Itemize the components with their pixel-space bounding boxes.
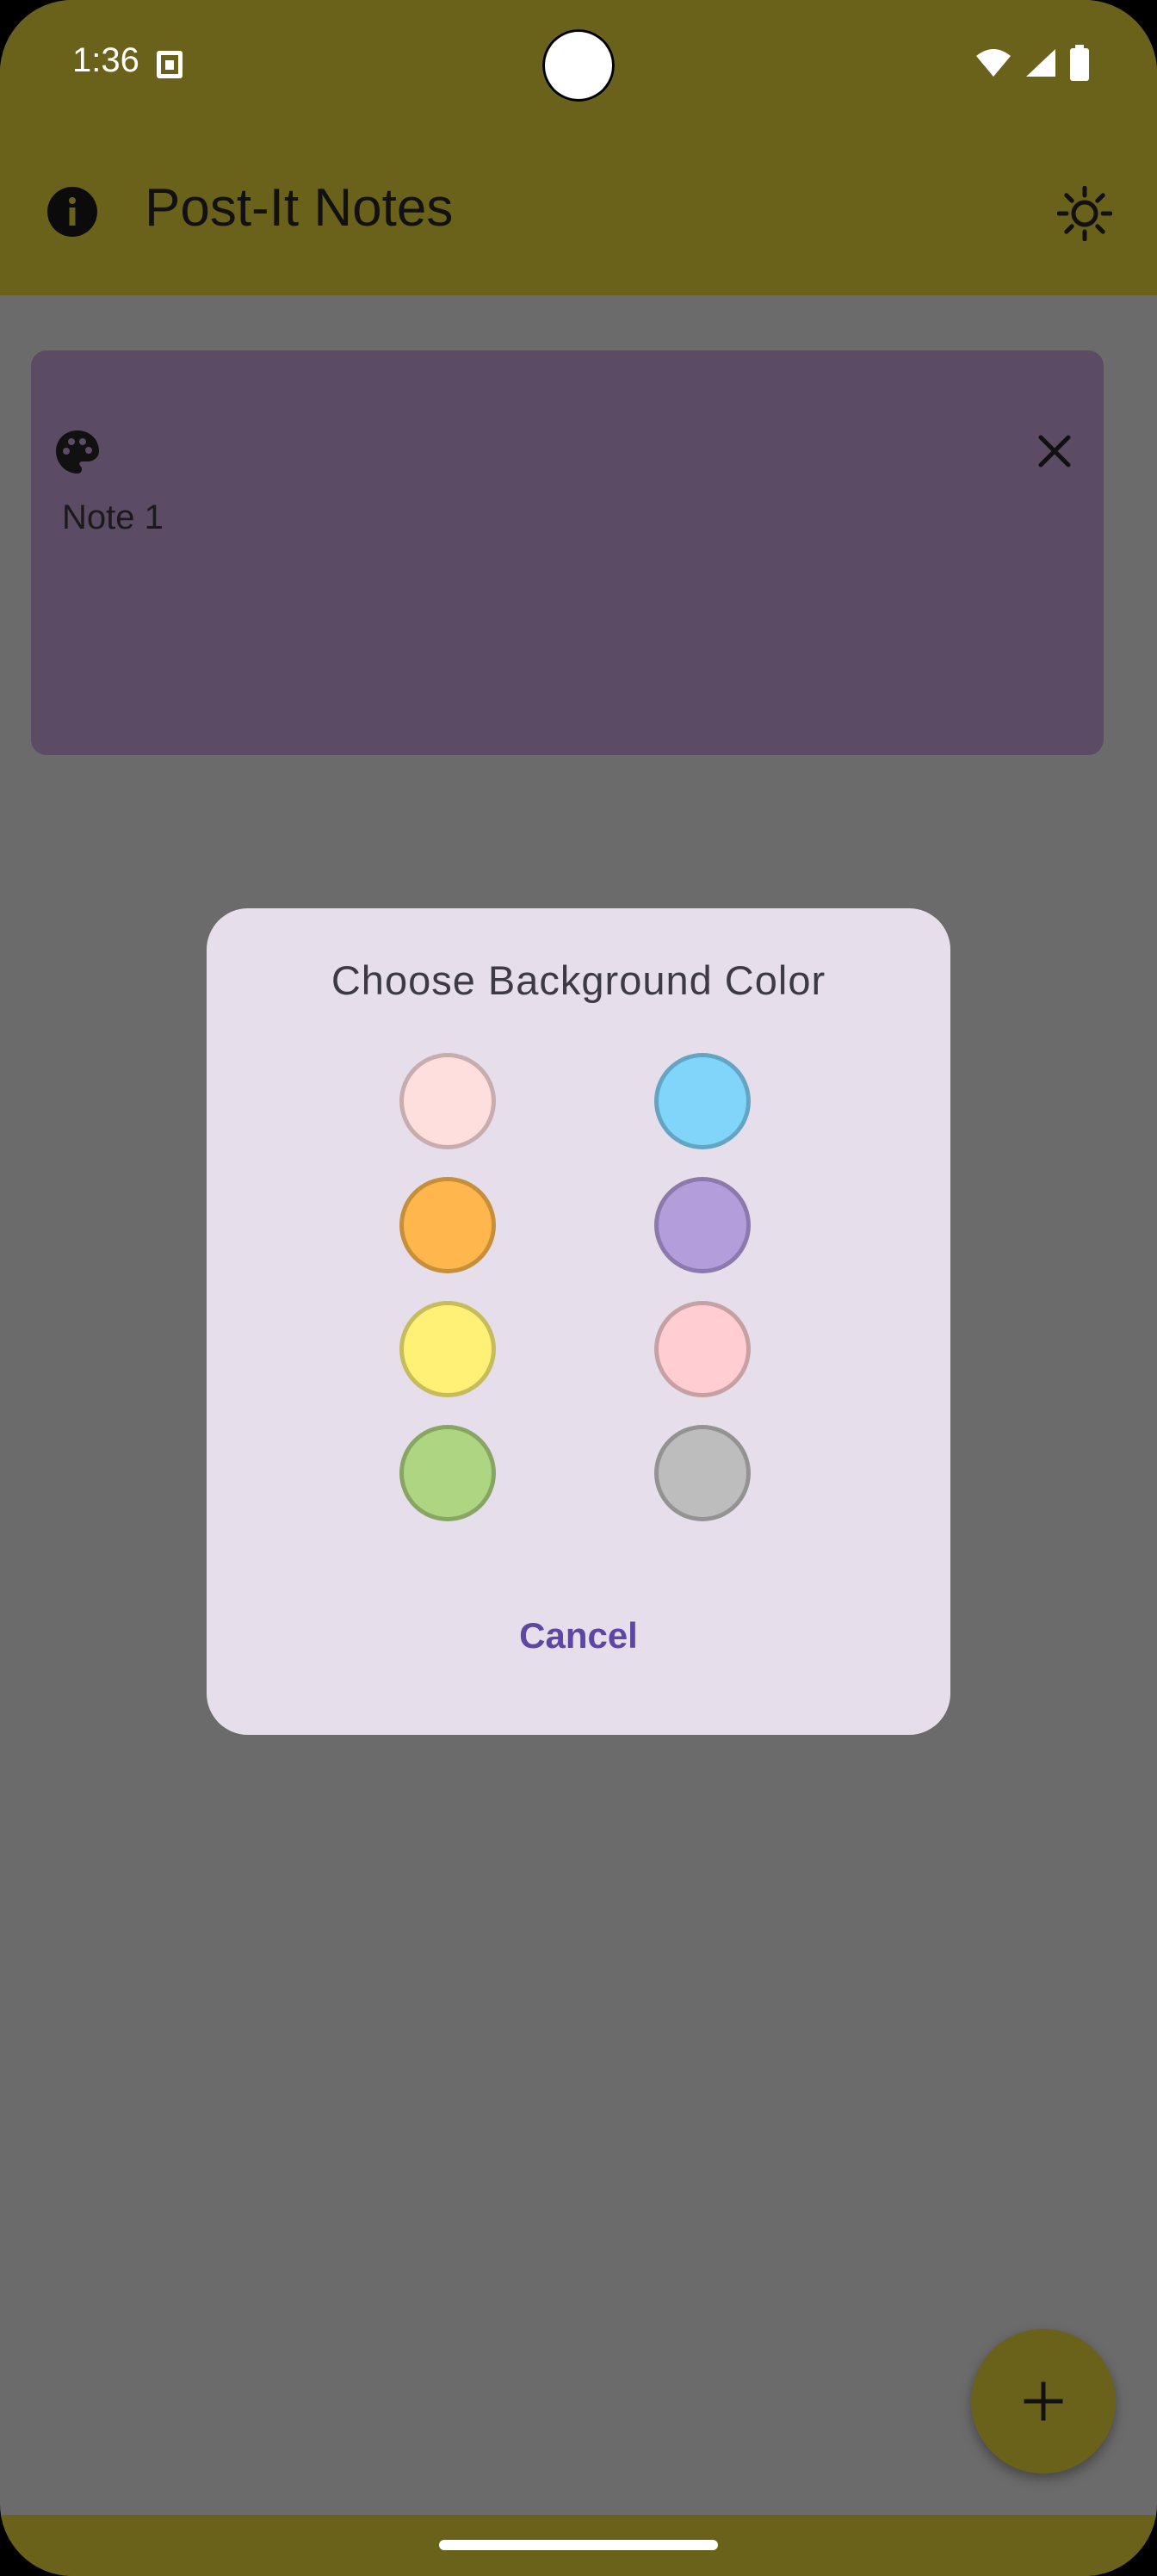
brightness-icon[interactable] <box>1057 186 1112 241</box>
home-indicator[interactable] <box>439 2540 718 2550</box>
dialog-title: Choose Background Color <box>331 957 826 1003</box>
info-icon[interactable] <box>46 186 98 238</box>
color-swatch-light-pink[interactable] <box>399 1053 496 1149</box>
wifi-icon <box>976 49 1011 77</box>
cancel-button[interactable]: Cancel <box>465 1597 692 1675</box>
plus-icon <box>1024 2381 1063 2421</box>
note-card[interactable]: Note 1 <box>31 350 1104 755</box>
color-swatch-purple[interactable] <box>654 1177 751 1273</box>
color-swatch-light-blue[interactable] <box>654 1053 751 1149</box>
app-title: Post-It Notes <box>145 178 454 238</box>
status-icons <box>974 45 1090 81</box>
sim-card-icon <box>157 51 183 78</box>
battery-icon <box>1070 45 1089 81</box>
palette-icon[interactable] <box>53 428 102 476</box>
close-icon[interactable] <box>1033 430 1076 473</box>
top-app-bar: 1:36 Post-It Notes <box>0 0 1157 295</box>
color-swatch-green[interactable] <box>399 1425 496 1521</box>
status-time: 1:36 <box>72 41 139 79</box>
note-text[interactable]: Note 1 <box>62 498 164 537</box>
color-swatch-gray[interactable] <box>654 1425 751 1521</box>
color-swatch-yellow[interactable] <box>399 1301 496 1397</box>
add-note-button[interactable] <box>971 2329 1116 2474</box>
camera-cutout <box>542 29 615 102</box>
color-swatch-orange[interactable] <box>399 1177 496 1273</box>
color-picker-dialog: Choose Background Color Cancel <box>207 908 950 1735</box>
device-screen: 1:36 Post-It Notes Note 1 Choose Backgro… <box>0 0 1157 2576</box>
color-swatch-pink[interactable] <box>654 1301 751 1397</box>
cell-signal-icon <box>1026 49 1055 77</box>
